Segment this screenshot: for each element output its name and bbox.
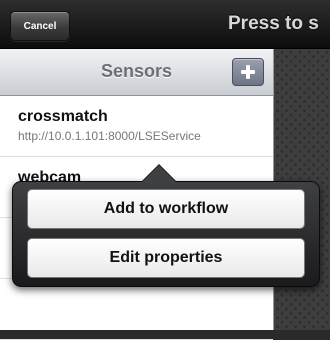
page-title: Press to s	[228, 13, 319, 34]
add-to-workflow-button[interactable]: Add to workflow	[27, 189, 305, 229]
add-sensor-button[interactable]	[232, 58, 264, 86]
panel-header: Sensors	[0, 49, 273, 96]
sensor-url: http://10.0.1.101:8000/LSEService	[18, 129, 201, 143]
navigation-bar: Cancel Press to s	[0, 0, 330, 49]
plus-icon	[241, 65, 255, 79]
sensor-row-crossmatch[interactable]: crossmatch http://10.0.1.101:8000/LSESer…	[0, 96, 273, 157]
edit-properties-button[interactable]: Edit properties	[27, 238, 305, 278]
cancel-button[interactable]: Cancel	[10, 11, 70, 41]
action-popover: Add to workflow Edit properties	[12, 181, 320, 287]
sensor-name: crossmatch	[18, 108, 108, 125]
sensor-row-empty[interactable]	[0, 279, 273, 340]
popover-arrow	[142, 165, 176, 182]
